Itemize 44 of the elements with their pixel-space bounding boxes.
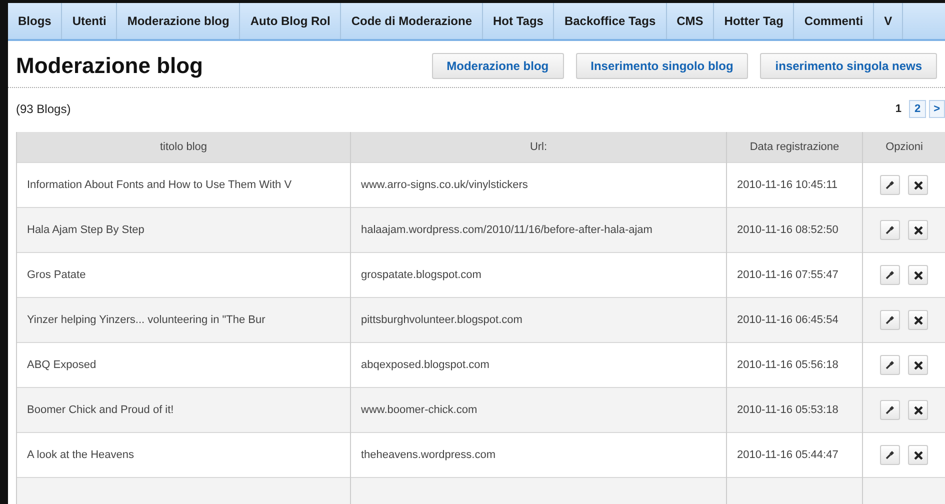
nav-tab[interactable]: Auto Blog Rol — [240, 3, 342, 39]
nav-tab[interactable]: Blogs — [8, 3, 62, 39]
delete-button[interactable] — [908, 445, 928, 465]
nav-tab[interactable]: Moderazione blog — [117, 3, 240, 39]
action-button[interactable]: inserimento singola news — [760, 53, 937, 79]
close-icon — [914, 360, 923, 370]
page-link[interactable]: 1 — [890, 100, 906, 118]
delete-button[interactable] — [908, 355, 928, 375]
nav-tab[interactable]: V — [874, 3, 904, 39]
nav-tab[interactable]: Hot Tags — [483, 3, 554, 39]
delete-button[interactable] — [908, 310, 928, 330]
column-header: Url: — [350, 132, 726, 162]
column-header: Data registrazione — [726, 132, 862, 162]
nav-tab[interactable]: Backoffice Tags — [554, 3, 667, 39]
page-link[interactable]: 2 — [909, 100, 926, 118]
nav-tab[interactable]: Hotter Tag — [714, 3, 794, 39]
edit-button[interactable] — [880, 445, 900, 465]
page-link[interactable]: > — [928, 100, 945, 118]
edit-button[interactable] — [880, 310, 900, 330]
edit-button[interactable] — [880, 400, 900, 420]
close-icon — [914, 406, 923, 414]
delete-button[interactable] — [908, 175, 928, 195]
blog-count: (93 Blogs) — [16, 102, 71, 116]
close-icon — [914, 316, 923, 324]
page-title: Moderazione blog — [16, 53, 204, 79]
edit-button[interactable] — [880, 220, 900, 240]
delete-button[interactable] — [908, 220, 928, 240]
delete-button[interactable] — [908, 400, 928, 420]
column-header: Opzioni — [862, 132, 945, 162]
close-icon — [914, 180, 923, 190]
action-button[interactable]: Moderazione blog — [432, 53, 564, 79]
column-header: titolo blog — [16, 132, 350, 162]
nav-tab[interactable]: Utenti — [62, 3, 118, 39]
close-icon — [914, 226, 923, 234]
nav-tab[interactable]: Commenti — [794, 3, 874, 39]
close-icon — [914, 450, 923, 460]
edit-button[interactable] — [880, 265, 900, 285]
edit-button[interactable] — [880, 175, 900, 195]
delete-button[interactable] — [908, 265, 928, 285]
nav-tab[interactable]: Code di Moderazione — [341, 3, 484, 39]
close-icon — [914, 270, 923, 280]
action-button[interactable]: Inserimento singolo blog — [576, 53, 748, 79]
nav-tab[interactable]: CMS — [666, 3, 714, 39]
edit-button[interactable] — [880, 355, 900, 375]
